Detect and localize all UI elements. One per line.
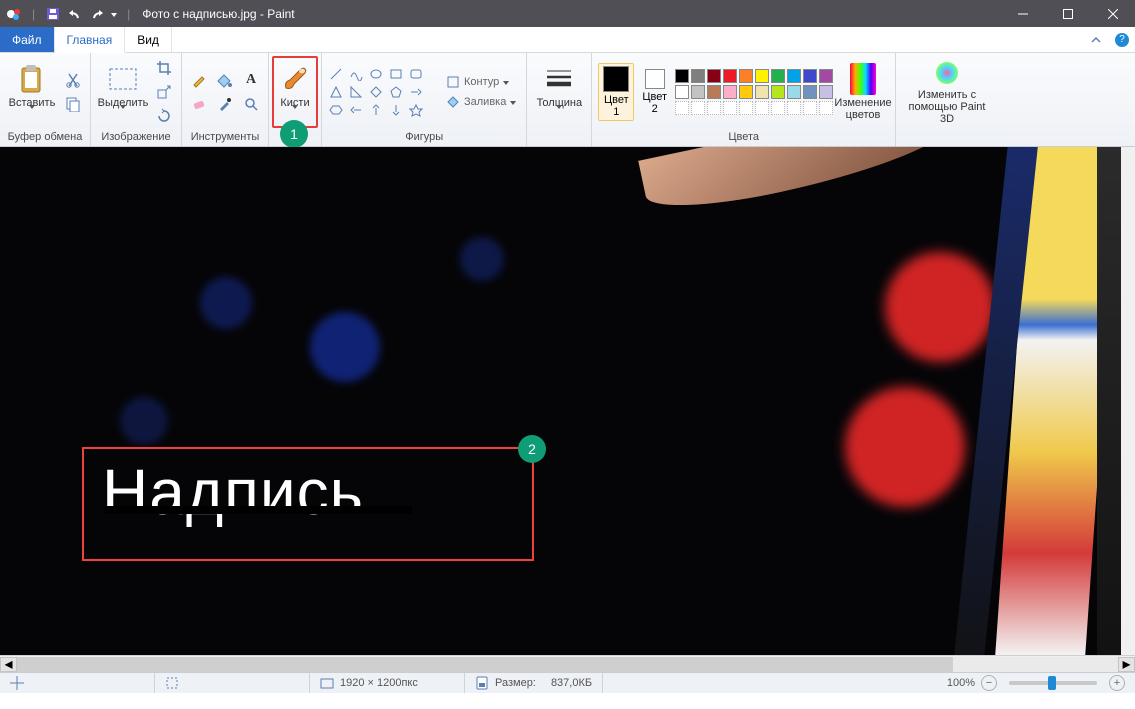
zoom-out-button[interactable]: − [981, 675, 997, 691]
palette-swatch[interactable] [707, 69, 721, 83]
resize-button[interactable] [153, 81, 175, 103]
ribbon: Вставить Буфер обмена Выделить Изображен… [0, 53, 1135, 147]
palette-swatch[interactable] [723, 85, 737, 99]
magnifier-tool[interactable] [240, 93, 262, 115]
palette-swatch[interactable] [707, 85, 721, 99]
app-icon [6, 6, 22, 22]
maximize-button[interactable] [1045, 0, 1090, 27]
text-tool[interactable]: A [240, 69, 262, 91]
palette-swatch[interactable] [803, 69, 817, 83]
cut-button[interactable] [62, 69, 84, 91]
palette-swatch-empty[interactable] [787, 101, 801, 115]
palette-swatch-empty[interactable] [803, 101, 817, 115]
zoom-value: 100% [947, 677, 975, 689]
undo-icon[interactable] [67, 6, 83, 22]
palette-swatch[interactable] [771, 69, 785, 83]
palette-swatch-empty[interactable] [755, 101, 769, 115]
vertical-scrollbar[interactable] [1121, 147, 1135, 655]
palette-swatch[interactable] [787, 69, 801, 83]
shape-outline-button[interactable]: Контур [442, 73, 520, 91]
crop-button[interactable] [153, 57, 175, 79]
palette-swatch-empty[interactable] [707, 101, 721, 115]
group-clipboard: Вставить Буфер обмена [0, 53, 91, 146]
brushes-button[interactable]: Кисти 1 [272, 56, 318, 128]
status-filesize: Размер: 837,0КБ [465, 673, 603, 693]
color-2[interactable]: Цвет 2 [638, 67, 671, 117]
select-button[interactable]: Выделить [97, 59, 149, 125]
minimize-button[interactable] [1000, 0, 1045, 27]
palette-swatch[interactable] [739, 85, 753, 99]
palette-swatch[interactable] [723, 69, 737, 83]
palette-swatch[interactable] [691, 85, 705, 99]
color-palette[interactable] [675, 69, 833, 115]
overlay-text: Надпись [84, 449, 532, 535]
group-tools: A Инструменты [182, 53, 269, 146]
rotate-button[interactable] [153, 105, 175, 127]
paint-3d-button[interactable]: Изменить с помощью Paint 3D [902, 59, 992, 125]
horizontal-scrollbar[interactable]: ◂ ▸ [0, 655, 1135, 672]
status-selection [155, 673, 310, 693]
group-image: Выделить Изображение [91, 53, 182, 146]
palette-swatch[interactable] [691, 69, 705, 83]
help-button[interactable]: ? [1109, 27, 1135, 52]
palette-swatch-empty[interactable] [819, 101, 833, 115]
picker-tool[interactable] [214, 93, 236, 115]
annotation-badge-2: 2 [518, 435, 546, 463]
palette-swatch[interactable] [803, 85, 817, 99]
palette-swatch[interactable] [675, 69, 689, 83]
palette-swatch[interactable] [675, 85, 689, 99]
group-colors: Цвет 1 Цвет 2 Изменение цветов Цвета [592, 53, 896, 146]
thickness-button[interactable]: Толщина [533, 59, 585, 125]
palette-swatch[interactable] [787, 85, 801, 99]
eraser-tool[interactable] [188, 93, 210, 115]
canvas[interactable]: Надпись 2 [0, 147, 1121, 655]
palette-swatch-empty[interactable] [739, 101, 753, 115]
status-cursor-pos [0, 673, 155, 693]
qat-more-icon[interactable] [111, 13, 117, 17]
fill-tool[interactable] [214, 69, 236, 91]
edit-colors-button[interactable]: Изменение цветов [837, 59, 889, 125]
palette-swatch-empty[interactable] [723, 101, 737, 115]
ribbon-tabs: Файл Главная Вид ? [0, 27, 1135, 53]
zoom-in-button[interactable]: + [1109, 675, 1125, 691]
palette-swatch-empty[interactable] [691, 101, 705, 115]
palette-swatch[interactable] [819, 85, 833, 99]
group-colors-label: Цвета [598, 129, 889, 146]
palette-swatch[interactable] [819, 69, 833, 83]
palette-swatch[interactable] [755, 85, 769, 99]
window-title: Фото с надписью.jpg - Paint [140, 7, 1000, 21]
annotation-box-2: Надпись 2 [82, 447, 534, 561]
color-1[interactable]: Цвет 1 [598, 63, 634, 121]
close-button[interactable] [1090, 0, 1135, 27]
titlebar: | | Фото с надписью.jpg - Paint [0, 0, 1135, 27]
group-tools-label: Инструменты [188, 129, 262, 146]
palette-swatch-empty[interactable] [675, 101, 689, 115]
group-shapes-label: Фигуры [328, 129, 520, 146]
palette-swatch-empty[interactable] [771, 101, 785, 115]
status-bar: 1920 × 1200пкс Размер: 837,0КБ 100% − + [0, 672, 1135, 693]
group-image-label: Изображение [97, 129, 175, 146]
palette-swatch[interactable] [755, 69, 769, 83]
paste-button[interactable]: Вставить [6, 59, 58, 125]
shapes-gallery[interactable] [328, 66, 424, 118]
shape-fill-button[interactable]: Заливка [442, 93, 520, 111]
tab-view[interactable]: Вид [125, 27, 172, 52]
pencil-tool[interactable] [188, 69, 210, 91]
palette-swatch[interactable] [739, 69, 753, 83]
tab-home[interactable]: Главная [55, 27, 126, 53]
minimize-ribbon-button[interactable] [1083, 27, 1109, 52]
save-icon[interactable] [45, 6, 61, 22]
group-shapes: Контур Заливка Фигуры [322, 53, 527, 146]
copy-button[interactable] [62, 93, 84, 115]
palette-swatch[interactable] [771, 85, 785, 99]
group-clipboard-label: Буфер обмена [6, 129, 84, 146]
work-area: Надпись 2 ◂ ▸ [0, 147, 1135, 672]
tab-file[interactable]: Файл [0, 27, 55, 52]
annotation-badge-1: 1 [280, 120, 308, 148]
redo-icon[interactable] [89, 6, 105, 22]
zoom-slider[interactable] [1009, 681, 1097, 685]
status-dimensions: 1920 × 1200пкс [310, 673, 465, 693]
